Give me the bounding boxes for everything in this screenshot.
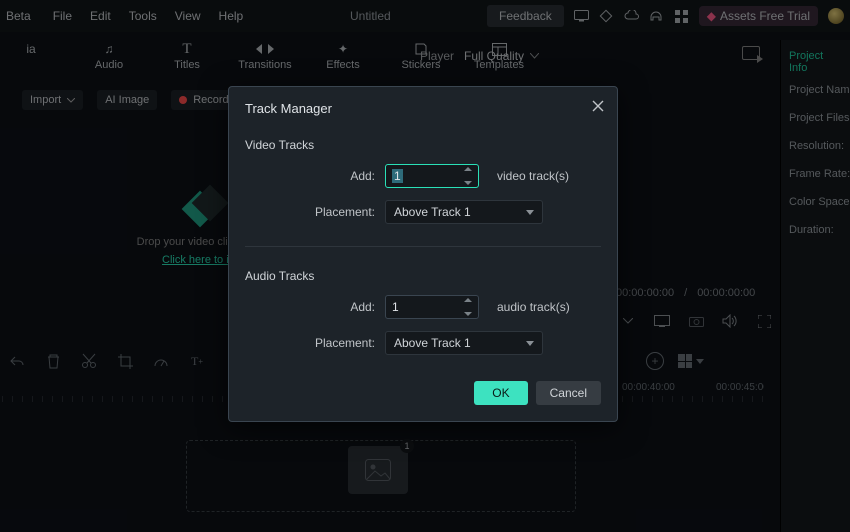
chevron-up-icon — [464, 167, 472, 171]
video-tracks-section-label: Video Tracks — [245, 138, 601, 152]
audio-placement-select[interactable]: Above Track 1 — [385, 331, 543, 355]
chevron-down-icon — [526, 341, 534, 346]
video-add-value: 1 — [392, 169, 403, 183]
audio-add-suffix: audio track(s) — [497, 300, 570, 314]
close-icon — [592, 100, 604, 112]
track-manager-dialog: Track Manager Video Tracks Add: 1 video … — [228, 86, 618, 422]
ok-button[interactable]: OK — [474, 381, 527, 405]
chevron-up-icon — [464, 298, 472, 302]
audio-add-value: 1 — [392, 300, 399, 314]
divider — [245, 246, 601, 247]
chevron-down-icon — [526, 210, 534, 215]
dialog-title: Track Manager — [245, 101, 601, 116]
stepper-buttons[interactable] — [464, 167, 474, 185]
audio-add-label: Add: — [245, 300, 375, 314]
video-add-suffix: video track(s) — [497, 169, 569, 183]
video-add-stepper[interactable]: 1 — [385, 164, 479, 188]
cancel-button[interactable]: Cancel — [536, 381, 601, 405]
chevron-down-icon — [464, 181, 472, 185]
audio-tracks-section-label: Audio Tracks — [245, 269, 601, 283]
audio-add-stepper[interactable]: 1 — [385, 295, 479, 319]
chevron-down-icon — [464, 312, 472, 316]
audio-placement-label: Placement: — [245, 336, 375, 350]
video-placement-select[interactable]: Above Track 1 — [385, 200, 543, 224]
video-placement-value: Above Track 1 — [394, 205, 471, 219]
audio-placement-value: Above Track 1 — [394, 336, 471, 350]
video-add-label: Add: — [245, 169, 375, 183]
video-placement-label: Placement: — [245, 205, 375, 219]
close-button[interactable] — [589, 97, 607, 115]
stepper-buttons[interactable] — [464, 298, 474, 316]
